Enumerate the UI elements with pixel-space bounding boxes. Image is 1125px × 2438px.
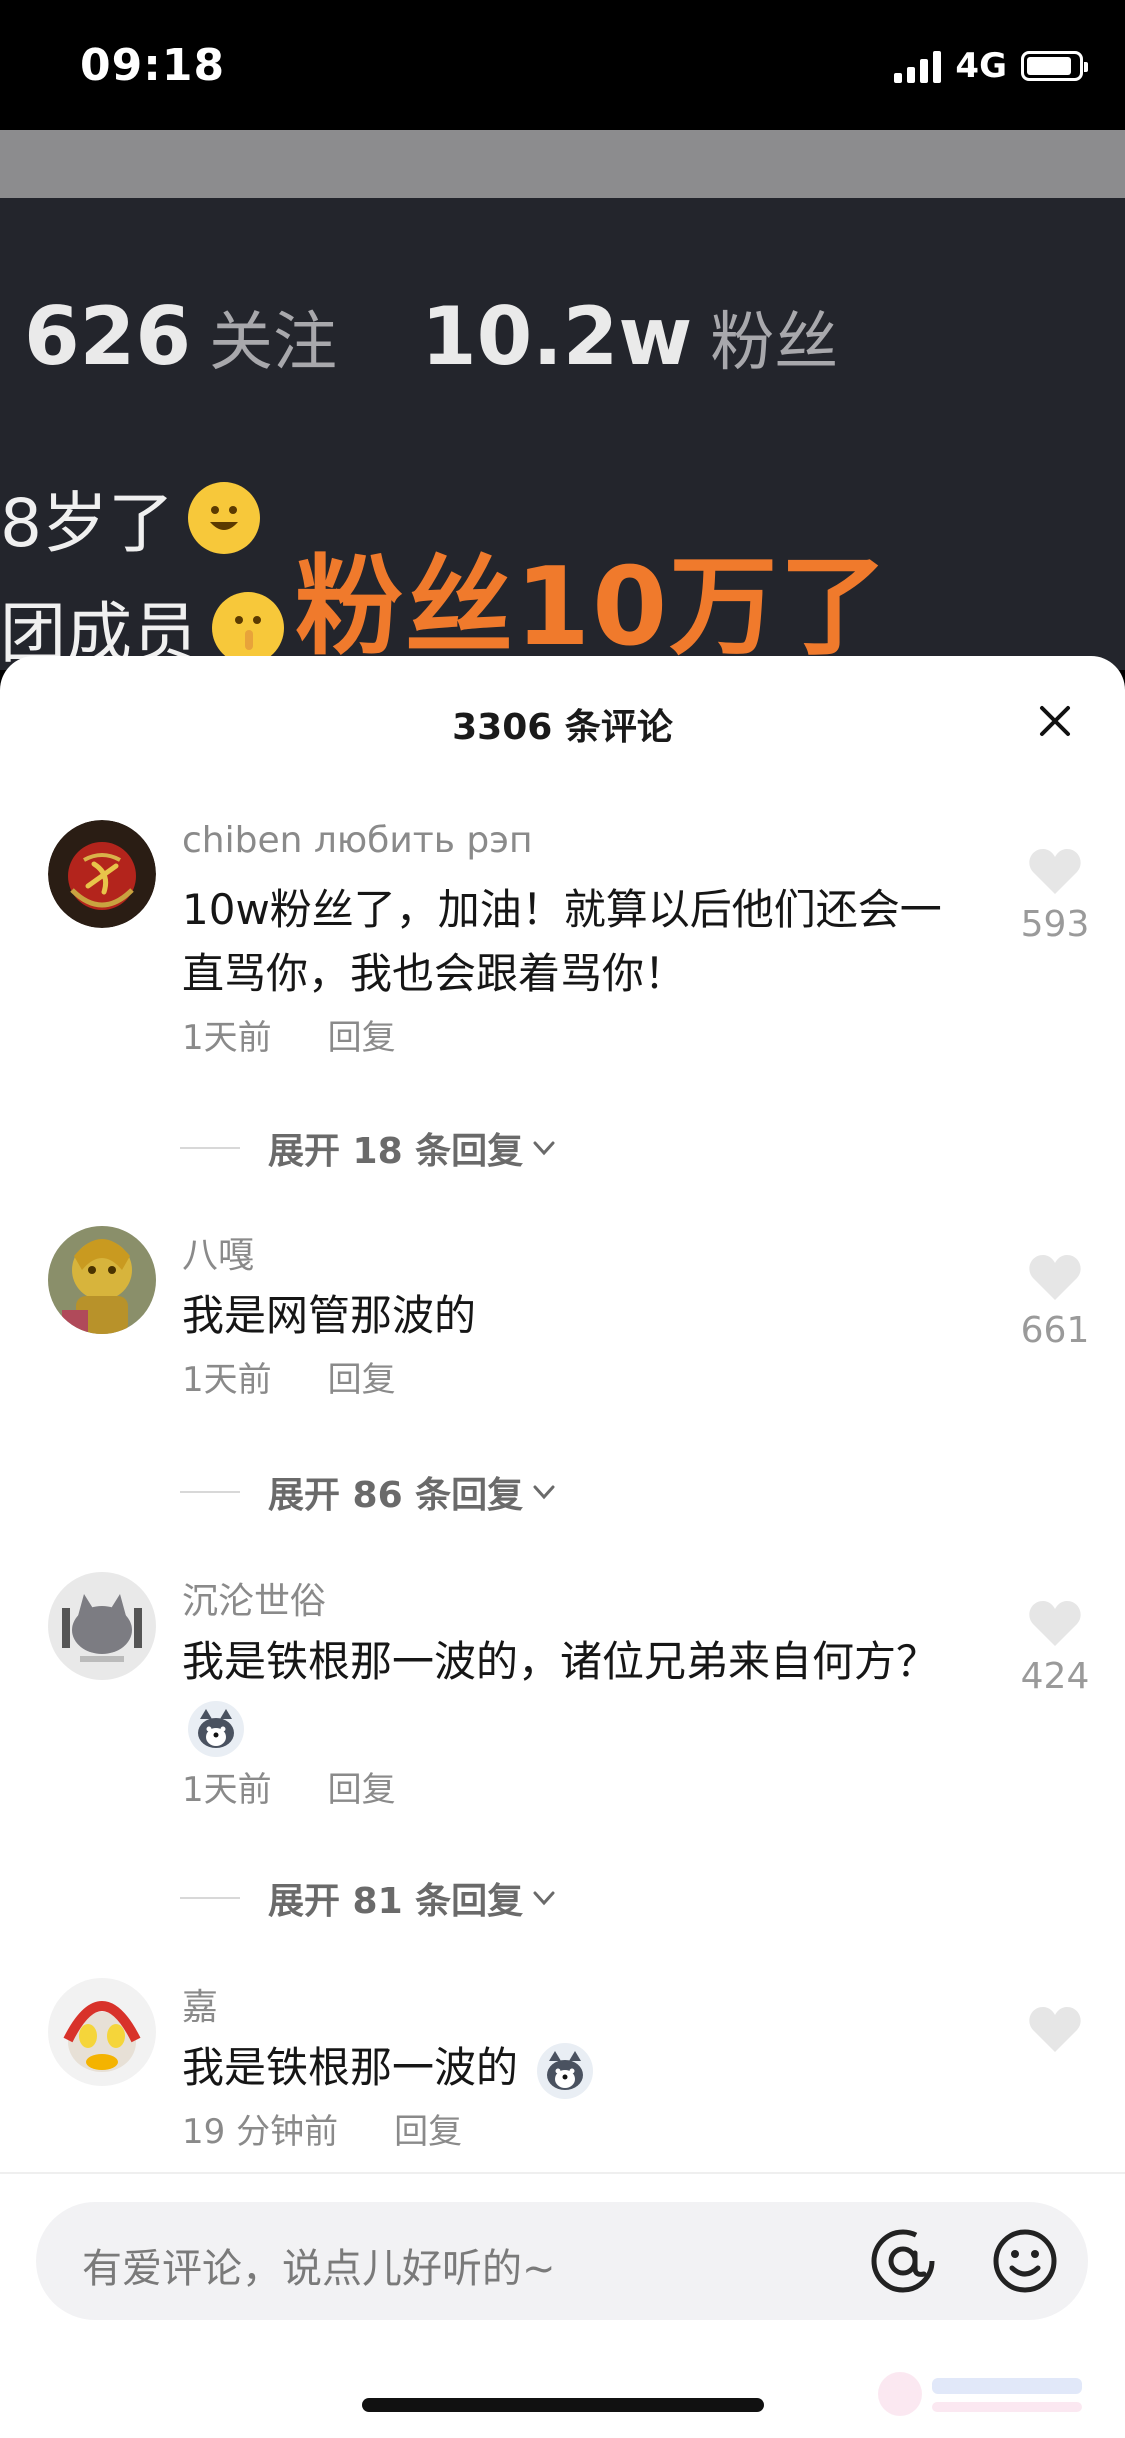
expand-replies-button[interactable]: 展开 86 条回复 [180,1466,559,1518]
following-count: 626 [24,290,191,383]
bio-line-1-text: 8岁了 [0,485,174,562]
comment-time: 1天前 [182,1770,272,1810]
avatar[interactable] [48,1572,156,1680]
heart-icon [1029,1255,1081,1300]
comment-username[interactable]: 八嘎 [182,1226,254,1278]
avatar[interactable] [48,820,156,928]
heart-icon [1029,1601,1081,1646]
expand-divider [180,1897,240,1899]
close-icon [1040,706,1070,736]
chevron-down-icon [533,1485,555,1500]
comment-meta: 19 分钟前 回复 [182,2104,462,2153]
at-icon[interactable] [866,2224,940,2298]
network-type: 4G [955,46,1007,86]
followers-count: 10.2w [421,290,693,383]
bio-line-1: 8岁了 [0,470,260,566]
expand-divider [180,1491,240,1493]
reply-button[interactable]: 回复 [328,1010,396,1059]
shushing-emoji-icon [212,592,284,664]
signal-icon [894,49,942,83]
comment-username[interactable]: 沉沦世俗 [182,1572,326,1624]
comment-input-placeholder[interactable]: 有爱评论，说点儿好听的~ [82,2236,556,2294]
comment-text: 10w粉丝了，加油！就算以后他们还会一直骂你，我也会跟着骂你！ [182,885,942,998]
reply-button[interactable]: 回复 [328,1352,396,1401]
comment-text-content: 我是铁根那一波的，诸位兄弟来自何方？ [182,1637,939,1686]
like-button[interactable]: 593 [1010,846,1100,945]
comment-time: 19 分钟前 [182,2112,339,2152]
comments-sheet: 3306 条评论 chiben любить рэп 10w粉丝了，加油！就算以… [0,656,1125,2436]
comment-text: 我是铁根那一波的，诸位兄弟来自何方？ [182,1630,962,1758]
followers-label: 粉丝 [710,306,839,380]
heart-icon [1029,849,1081,894]
preview-top-strip [0,130,1125,198]
heart-icon [1029,2007,1081,2052]
comment-username[interactable]: chiben любить рэп [182,820,533,861]
comment-meta: 1天前 回复 [182,1010,396,1059]
avatar[interactable] [48,1978,156,2086]
expand-replies-button[interactable]: 展开 18 条回复 [180,1122,559,1174]
expand-replies-label: 展开 86 条回复 [268,1475,524,1516]
comment-meta: 1天前 回复 [182,1762,396,1811]
close-button[interactable] [1030,696,1080,746]
status-indicators: 4G [894,46,1088,86]
comments-count-title: 3306 条评论 [452,707,673,748]
following-label: 关注 [209,306,337,380]
profile-preview: 626 关注 10.2w 粉丝 8岁了 团成员 粉丝10万了 [0,130,1125,670]
status-bar: 09:18 4G [0,0,1125,130]
comment-text: 我是网管那波的 [182,1291,477,1340]
video-overlay-caption: 粉丝10万了 [295,545,890,670]
like-button[interactable]: 424 [1010,1598,1100,1697]
status-time: 09:18 [80,40,226,91]
husky-emoji-icon [188,1700,244,1757]
like-button[interactable] [1010,2004,1100,2062]
like-count: 661 [1020,1310,1090,1351]
expand-replies-button[interactable]: 展开 81 条回复 [180,1872,559,1924]
expand-replies-label: 展开 18 条回复 [268,1131,524,1172]
comment-username[interactable]: 嘉 [182,1978,218,2030]
home-indicator[interactable] [362,2398,764,2412]
watermark-logo [878,2372,1082,2416]
like-button[interactable]: 661 [1010,1252,1100,1351]
husky-emoji-icon [537,2042,594,2099]
comment-text-content: 我是铁根那一波的 [182,2043,519,2092]
comment-input[interactable]: 有爱评论，说点儿好听的~ [36,2202,1088,2320]
like-count: 424 [1020,1656,1090,1697]
reply-button[interactable]: 回复 [394,2104,462,2153]
expand-replies-label: 展开 81 条回复 [268,1881,524,1922]
avatar[interactable] [48,1226,156,1334]
chevron-down-icon [533,1891,555,1906]
comment-text: 我是铁根那一波的 [182,2036,962,2100]
comment-time: 1天前 [182,1360,272,1400]
like-count: 593 [1020,904,1090,945]
comment-input-bar: 有爱评论，说点儿好听的~ [0,2172,1125,2438]
comment-meta: 1天前 回复 [182,1352,396,1401]
profile-stats: 626 关注 10.2w 粉丝 [24,290,922,383]
comment-time: 1天前 [182,1018,272,1058]
grinning-emoji-icon [188,482,260,554]
chevron-down-icon [533,1141,555,1156]
battery-icon [1021,51,1088,81]
reply-button[interactable]: 回复 [328,1762,396,1811]
smile-icon[interactable] [988,2224,1062,2298]
expand-divider [180,1147,240,1149]
